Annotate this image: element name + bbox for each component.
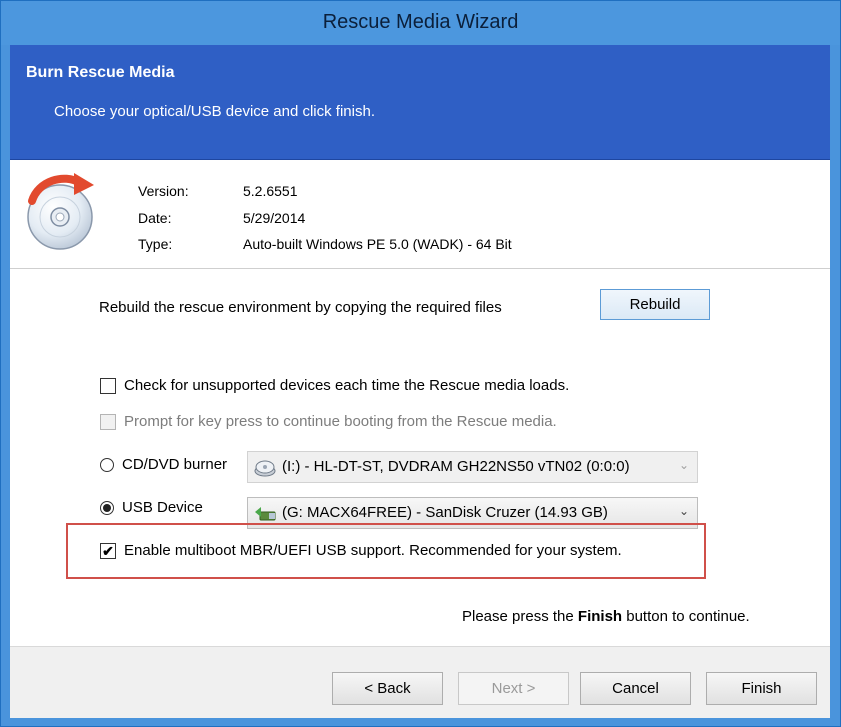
check-unsupported-checkbox[interactable] [100,378,116,394]
finish-instruction-bold: Finish [577,608,623,625]
cancel-button[interactable]: Cancel [580,672,691,705]
chevron-down-icon[interactable]: ⌄ [679,504,689,518]
window-title: Rescue Media Wizard [322,11,519,33]
prompt-keypress-label: Prompt for key press to continue booting… [124,413,557,430]
finish-instruction: Please press the Finish button to contin… [462,608,750,625]
title-bar[interactable]: Rescue Media Wizard [1,1,840,45]
usb-selected-value: (G: MACX64FREE) - SanDisk Cruzer (14.93 … [282,504,608,521]
version-label: Version: [138,183,189,199]
usb-device-label[interactable]: USB Device [122,499,203,516]
version-value: 5.2.6551 [243,183,298,199]
divider [10,268,830,269]
wizard-footer: < Back Next > Cancel Finish [10,646,830,718]
cd-dvd-radio[interactable] [100,458,114,472]
finish-instruction-prefix: Please press the [462,608,574,625]
multiboot-checkbox[interactable]: ✔ [100,543,116,559]
rebuild-description: Rebuild the rescue environment by copyin… [99,299,502,316]
rescue-disc-icon [27,173,94,250]
wizard-header-banner: Burn Rescue Media Choose your optical/US… [10,45,830,160]
next-button: Next > [458,672,569,705]
wizard-step-title: Burn Rescue Media [26,64,175,81]
rebuild-button[interactable]: Rebuild [600,289,710,320]
check-unsupported-label[interactable]: Check for unsupported devices each time … [124,377,569,394]
multiboot-label[interactable]: Enable multiboot MBR/UEFI USB support. R… [124,542,622,559]
type-value: Auto-built Windows PE 5.0 (WADK) - 64 Bi… [243,236,512,252]
wizard-step-subtitle: Choose your optical/USB device and click… [54,103,375,120]
wizard-client-area: Burn Rescue Media Choose your optical/US… [10,45,830,718]
cd-dvd-device-select: (I:) - HL-DT-ST, DVDRAM GH22NS50 vTN02 (… [247,451,698,483]
prompt-keypress-checkbox [100,414,116,430]
date-value: 5/29/2014 [243,210,306,226]
cd-dvd-selected-value: (I:) - HL-DT-ST, DVDRAM GH22NS50 vTN02 (… [282,458,630,475]
wizard-window: Rescue Media Wizard Burn Rescue Media Ch… [0,0,841,727]
chevron-down-icon: ⌄ [678,458,689,472]
usb-drive-icon [255,507,276,521]
type-label: Type: [138,236,173,252]
finish-instruction-suffix: button to continue. [626,608,750,625]
cd-dvd-label[interactable]: CD/DVD burner [122,456,227,473]
usb-device-radio[interactable] [100,501,114,515]
back-button[interactable]: < Back [332,672,443,705]
finish-button[interactable]: Finish [706,672,817,705]
date-label: Date: [138,210,172,226]
optical-drive-icon [254,460,276,477]
